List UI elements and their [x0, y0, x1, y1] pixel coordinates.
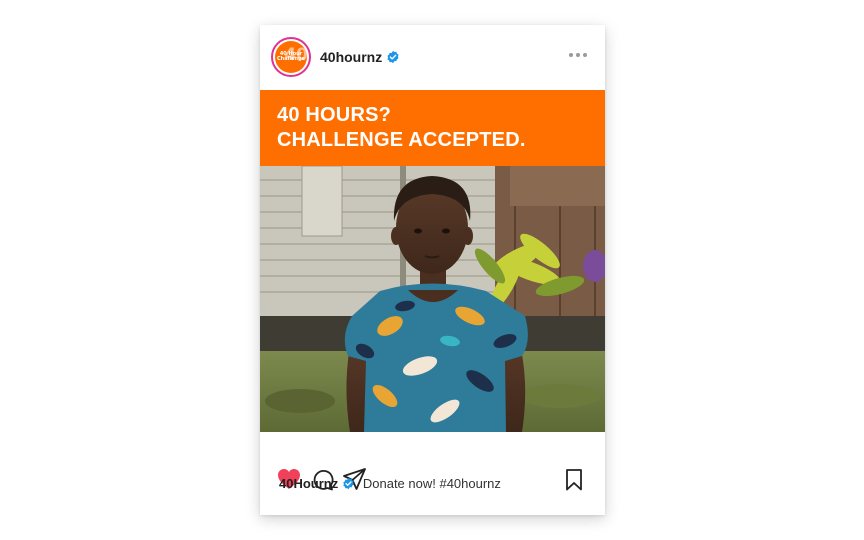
bookmark-icon[interactable] — [565, 469, 583, 491]
verified-icon — [343, 477, 354, 490]
photo-illustration — [260, 166, 605, 432]
post-card: 40 40 Hour Challenge 40hournz 40 HOURS? … — [260, 25, 605, 515]
more-icon[interactable] — [569, 53, 587, 57]
avatar-logo: 40 40 Hour Challenge — [275, 41, 307, 73]
post-banner: 40 HOURS? CHALLENGE ACCEPTED. — [260, 90, 605, 166]
post-header: 40 40 Hour Challenge 40hournz — [260, 25, 605, 90]
post-username[interactable]: 40hournz — [320, 49, 400, 65]
verified-icon — [387, 50, 399, 64]
avatar[interactable]: 40 40 Hour Challenge — [271, 37, 311, 77]
banner-line-1: 40 HOURS? — [277, 104, 392, 126]
post-actions — [260, 432, 605, 515]
banner-line-2: CHALLENGE ACCEPTED. — [277, 129, 526, 151]
post-photo[interactable] — [260, 166, 605, 432]
caption-author[interactable]: 40Hournz — [279, 476, 338, 491]
username-text[interactable]: 40hournz — [320, 49, 382, 65]
avatar-logo-text: 40 Hour Challenge — [277, 52, 305, 62]
avatar-logo-line: Challenge — [277, 56, 305, 62]
post-caption: 40Hournz Donate now! #40hournz — [279, 476, 501, 491]
caption-text: Donate now! #40hournz — [362, 476, 501, 491]
